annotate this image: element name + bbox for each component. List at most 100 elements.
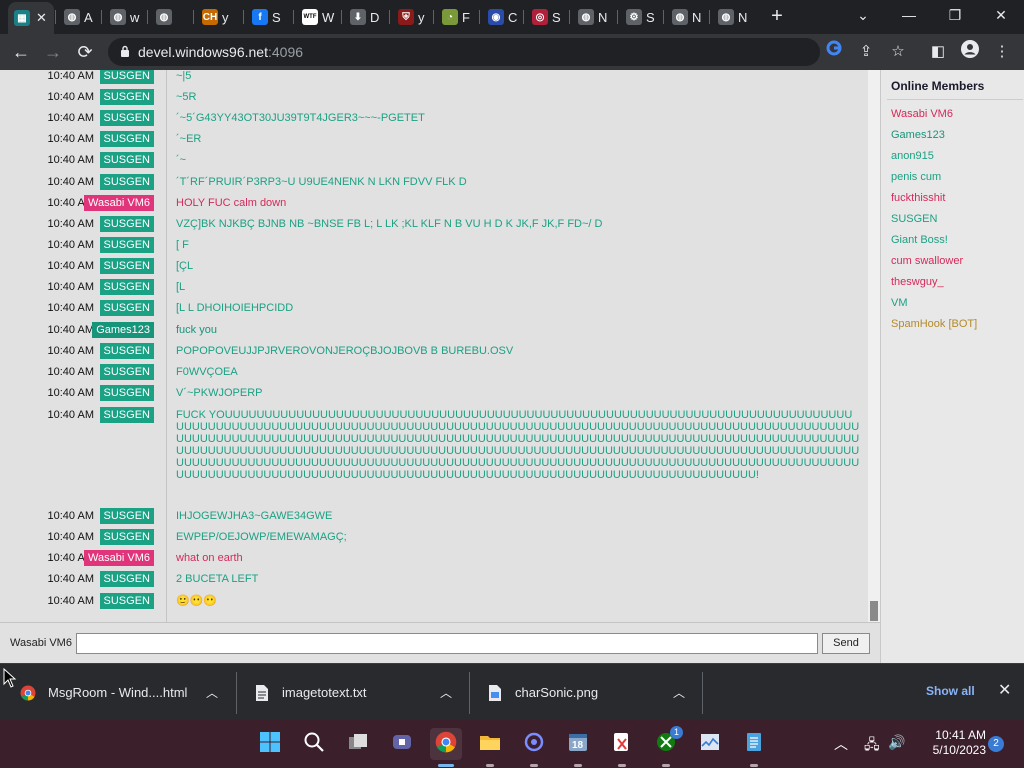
calendar-taskbar-button[interactable]: 18 <box>562 728 594 760</box>
tab-title: S <box>272 9 281 25</box>
chat-log[interactable]: 10:40 AM SUSGEN ~|5 10:40 AM SUSGEN ~5R 10:40 … <box>0 70 868 622</box>
tab-7[interactable]: ⬇ D <box>344 4 385 30</box>
tab-0[interactable]: ▦ ✕ <box>8 2 54 34</box>
message-username-badge[interactable]: SUSGEN <box>99 110 154 126</box>
message-username-badge[interactable]: Wasabi VM6 <box>84 195 154 211</box>
close-tab-icon[interactable]: ✕ <box>36 10 47 26</box>
message-username-badge[interactable]: SUSGEN <box>99 364 154 380</box>
download-item-2[interactable]: charSonic.png ︿ <box>487 664 685 721</box>
close-downloads-icon[interactable]: ✕ <box>998 680 1011 700</box>
back-button[interactable]: ← <box>8 39 34 65</box>
tab-4[interactable]: CH y <box>196 4 235 30</box>
mail-taskbar-button[interactable] <box>518 728 550 760</box>
file-explorer-taskbar-button[interactable] <box>474 728 506 760</box>
message-username-badge[interactable]: SUSGEN <box>99 300 154 316</box>
profile-avatar-icon[interactable] <box>958 40 982 64</box>
notepad-taskbar-button[interactable] <box>738 728 770 760</box>
restore-button[interactable]: ❐ <box>932 0 978 30</box>
member-item[interactable]: Games123 <box>891 128 945 142</box>
download-item-0[interactable]: MsgRoom - Wind....html ︿ <box>20 664 218 721</box>
message-username-badge[interactable]: SUSGEN <box>99 216 154 232</box>
member-item[interactable]: VM <box>891 296 908 310</box>
chrome-taskbar-button[interactable] <box>430 728 462 760</box>
share-icon[interactable]: ⇪ <box>854 40 878 64</box>
side-panel-icon[interactable]: ◧ <box>926 40 950 64</box>
tab-10[interactable]: ◉ C <box>482 4 523 30</box>
message-username-badge[interactable]: SUSGEN <box>99 237 154 253</box>
tab-2[interactable]: ◍ w <box>104 4 145 30</box>
chat-message: 10:40 AM SUSGEN POPOPOVEUJJPJRVEROVONJEROÇ… <box>0 343 860 359</box>
message-username-badge[interactable]: SUSGEN <box>99 279 154 295</box>
tab-search-chevron-icon[interactable]: ⌄ <box>840 0 886 30</box>
reload-button[interactable]: ⟳ <box>72 39 98 65</box>
windows-start-taskbar-button[interactable] <box>254 728 286 760</box>
taskbar-clock[interactable]: 10:41 AM 5/10/2023 <box>933 728 986 758</box>
tab-11[interactable]: ◎ S <box>526 4 567 30</box>
message-username-badge[interactable]: SUSGEN <box>99 571 154 587</box>
scroll-thumb[interactable] <box>870 601 878 621</box>
member-item[interactable]: penis cum <box>891 170 941 184</box>
snipping-tool-taskbar-button[interactable] <box>606 728 638 760</box>
chevron-up-icon[interactable]: ︿ <box>206 684 218 701</box>
send-button[interactable]: Send <box>822 633 870 654</box>
message-username-badge[interactable]: SUSGEN <box>99 152 154 168</box>
message-username-badge[interactable]: SUSGEN <box>99 89 154 105</box>
tab-6[interactable]: WTF W <box>296 4 340 30</box>
task-manager-taskbar-button[interactable] <box>694 728 726 760</box>
member-item[interactable]: anon915 <box>891 149 934 163</box>
message-username-badge[interactable]: SUSGEN <box>99 131 154 147</box>
show-all-downloads-link[interactable]: Show all <box>926 684 975 698</box>
tab-separator <box>479 10 480 24</box>
menu-kebab-icon[interactable]: ⋮ <box>990 40 1014 64</box>
chat-scrollbar[interactable] <box>868 70 880 622</box>
meet-taskbar-button[interactable] <box>386 728 418 760</box>
tab-14[interactable]: ◍ N <box>666 4 707 30</box>
chevron-up-icon[interactable]: ︿ <box>673 684 685 701</box>
minimize-button[interactable]: — <box>886 0 932 30</box>
message-username-badge[interactable]: SUSGEN <box>99 593 154 609</box>
tab-8[interactable]: ⛨ y <box>392 4 431 30</box>
message-username-badge[interactable]: SUSGEN <box>99 70 154 84</box>
message-input[interactable] <box>76 633 818 654</box>
network-icon[interactable]: 🖧 <box>864 734 880 758</box>
notification-badge[interactable]: 2 <box>988 736 1004 752</box>
message-username-badge[interactable]: SUSGEN <box>99 385 154 401</box>
show-hidden-icons-chevron-icon[interactable]: ︿ <box>834 734 848 754</box>
forward-button[interactable]: → <box>40 39 66 65</box>
bookmark-star-icon[interactable]: ☆ <box>886 40 910 64</box>
message-username-badge[interactable]: SUSGEN <box>99 508 154 524</box>
tab-1[interactable]: ◍ A <box>58 4 99 30</box>
member-item[interactable]: SUSGEN <box>891 212 937 226</box>
tab-3[interactable]: ◍ <box>150 4 182 30</box>
tab-15[interactable]: ◍ N <box>712 4 753 30</box>
close-window-button[interactable]: ✕ <box>978 0 1024 30</box>
member-item[interactable]: Giant Boss! <box>891 233 948 247</box>
message-username-badge[interactable]: Wasabi VM6 <box>84 550 154 566</box>
task-view-taskbar-button[interactable] <box>342 728 374 760</box>
chevron-up-icon[interactable]: ︿ <box>440 684 452 701</box>
downloads-bar: MsgRoom - Wind....html ︿ imagetotext.txt… <box>0 663 1024 720</box>
tab-5[interactable]: fS <box>246 4 287 30</box>
xbox-taskbar-button[interactable]: 1 <box>650 726 683 760</box>
tab-9[interactable]: ◔ F <box>436 4 476 30</box>
message-username-badge[interactable]: SUSGEN <box>99 258 154 274</box>
message-username-badge[interactable]: SUSGEN <box>99 174 154 190</box>
member-item[interactable]: SpamHook [BOT] <box>891 317 977 331</box>
member-item[interactable]: cum swallower <box>891 254 963 268</box>
new-tab-button[interactable]: + <box>766 6 788 28</box>
message-username-badge[interactable]: SUSGEN <box>99 407 154 423</box>
volume-icon[interactable]: 🔊 <box>888 734 905 751</box>
member-item[interactable]: theswguy_ <box>891 275 944 289</box>
message-username-badge[interactable]: SUSGEN <box>99 529 154 545</box>
google-lens-icon[interactable] <box>822 40 846 64</box>
member-item[interactable]: Wasabi VM6 <box>891 107 953 121</box>
address-bar[interactable]: devel.windows96.net:4096 <box>108 38 820 66</box>
download-item-1[interactable]: imagetotext.txt ︿ <box>254 664 452 721</box>
message-username-badge[interactable]: SUSGEN <box>99 343 154 359</box>
tab-12[interactable]: ◍ N <box>572 4 613 30</box>
message-username-badge[interactable]: Games123 <box>92 322 154 338</box>
search-taskbar-button[interactable] <box>298 728 330 760</box>
tab-title: y <box>418 9 425 25</box>
member-item[interactable]: fuckthisshit <box>891 191 945 205</box>
tab-13[interactable]: ⚙ S <box>620 4 661 30</box>
